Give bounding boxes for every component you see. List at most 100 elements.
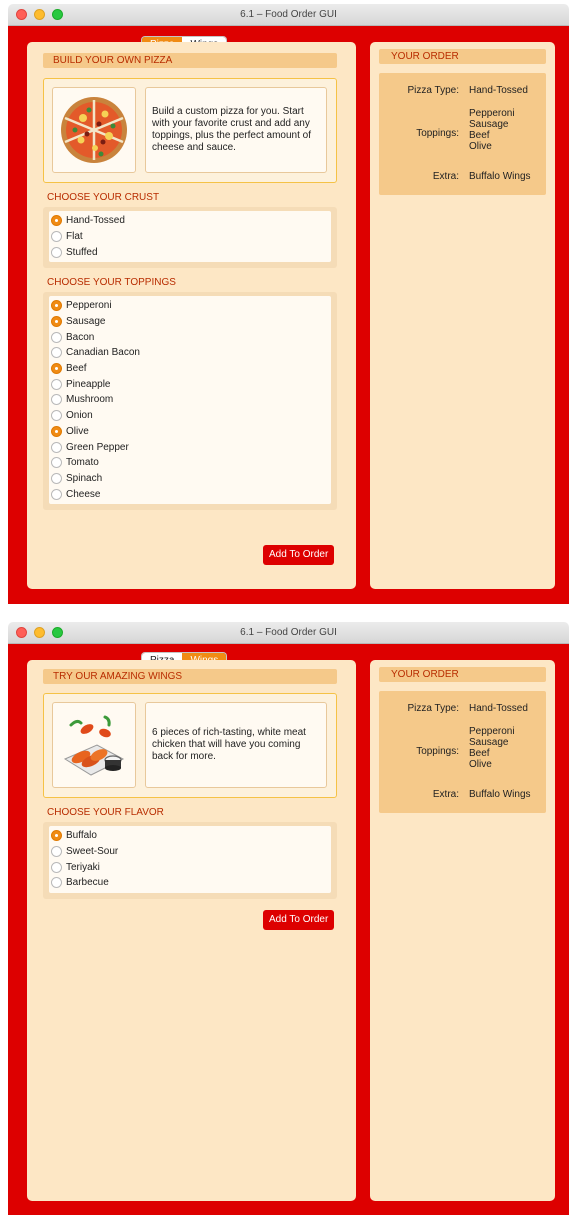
radio-button[interactable] — [51, 246, 62, 258]
flavor-option[interactable]: Teriyaki — [51, 859, 331, 875]
pizza-icon — [61, 97, 127, 163]
pizza-panel: BUILD YOUR OWN PIZZA Build a custom pizz… — [27, 42, 356, 589]
order-panel: YOUR ORDER Pizza Type: Hand-Tossed Toppi… — [370, 660, 555, 1201]
radio-button[interactable] — [51, 410, 62, 422]
pizza-section-header: BUILD YOUR OWN PIZZA — [43, 53, 337, 68]
topping-option-label: Mushroom — [66, 394, 114, 406]
order-topping: Beef — [469, 748, 490, 759]
order-topping: Sausage — [469, 737, 509, 748]
wings-description: 6 pieces of rich-tasting, white meat chi… — [145, 702, 327, 788]
crust-option[interactable]: Stuffed — [51, 244, 331, 260]
topping-option[interactable]: Beef — [51, 361, 331, 377]
wings-image-box — [52, 702, 136, 788]
topping-option[interactable]: Olive — [51, 424, 331, 440]
pizza-type-label: Pizza Type: — [407, 703, 459, 714]
radio-button[interactable] — [51, 347, 62, 359]
topping-option-label: Pepperoni — [66, 300, 112, 312]
topping-option[interactable]: Pineapple — [51, 376, 331, 392]
radio-button[interactable] — [51, 472, 62, 484]
extra-label: Extra: — [432, 789, 459, 800]
radio-button-selected[interactable] — [51, 316, 62, 328]
topping-option[interactable]: Mushroom — [51, 392, 331, 408]
radio-button[interactable] — [51, 457, 62, 469]
topping-option-label: Canadian Bacon — [66, 347, 140, 359]
crust-option[interactable]: Hand-Tossed — [51, 213, 331, 229]
window-title: 6.1 – Food Order GUI — [240, 627, 337, 638]
order-topping: Pepperoni — [469, 726, 515, 737]
topping-option[interactable]: Onion — [51, 408, 331, 424]
radio-button[interactable] — [51, 861, 62, 873]
radio-button-selected[interactable] — [51, 300, 62, 312]
wings-window: 6.1 – Food Order GUI Pizza Wings TRY OUR… — [8, 622, 569, 1215]
pizza-type-label: Pizza Type: — [407, 85, 459, 96]
topping-option-label: Cheese — [66, 488, 101, 500]
crust-option-label: Flat — [66, 231, 83, 243]
order-header: YOUR ORDER — [379, 49, 546, 64]
radio-button-selected[interactable] — [51, 215, 62, 227]
wings-icon — [63, 715, 125, 776]
radio-button[interactable] — [51, 877, 62, 889]
flavor-option-label: Sweet-Sour — [66, 846, 119, 858]
radio-button-selected[interactable] — [51, 830, 62, 842]
topping-option[interactable]: Pepperoni — [51, 298, 331, 314]
radio-button[interactable] — [51, 394, 62, 406]
topping-option[interactable]: Cheese — [51, 486, 331, 502]
flavor-group-title: CHOOSE YOUR FLAVOR — [47, 807, 164, 818]
toppings-label: Toppings: — [416, 128, 459, 139]
radio-button[interactable] — [51, 846, 62, 858]
radio-button[interactable] — [51, 231, 62, 243]
radio-button-selected[interactable] — [51, 363, 62, 375]
topping-option[interactable]: Bacon — [51, 329, 331, 345]
toppings-values: Pepperoni Sausage Beef Olive — [469, 108, 515, 152]
topping-option-label: Beef — [66, 363, 87, 375]
wings-section-header: TRY OUR AMAZING WINGS — [43, 669, 337, 684]
toppings-radio-list: Pepperoni Sausage Bacon Canadian Bacon B… — [49, 296, 331, 504]
topping-option-label: Tomato — [66, 457, 99, 469]
flavor-option-label: Buffalo — [66, 830, 97, 842]
topping-option[interactable]: Canadian Bacon — [51, 345, 331, 361]
toppings-values: Pepperoni Sausage Beef Olive — [469, 726, 515, 770]
radio-button-selected[interactable] — [51, 425, 62, 437]
flavor-option[interactable]: Sweet-Sour — [51, 844, 331, 860]
topping-option[interactable]: Sausage — [51, 314, 331, 330]
add-to-order-button[interactable]: Add To Order — [263, 910, 335, 930]
topping-option-label: Sausage — [66, 316, 106, 328]
flavor-radio-list: Buffalo Sweet-Sour Teriyaki Barbecue — [49, 826, 331, 893]
window-title: 6.1 – Food Order GUI — [240, 9, 337, 20]
crust-radio-list: Hand-Tossed Flat Stuffed — [49, 211, 331, 263]
radio-button[interactable] — [51, 441, 62, 453]
add-to-order-button[interactable]: Add To Order — [263, 545, 335, 565]
topping-option-label: Spinach — [66, 472, 103, 484]
radio-button[interactable] — [51, 378, 62, 390]
topping-option[interactable]: Tomato — [51, 455, 331, 471]
crust-option-label: Stuffed — [66, 246, 98, 258]
window-content: Pizza Wings TRY OUR AMAZING WINGS — [8, 644, 569, 1215]
order-topping: Sausage — [469, 119, 509, 130]
topping-option[interactable]: Spinach — [51, 471, 331, 487]
crust-group: Hand-Tossed Flat Stuffed — [43, 207, 337, 269]
flavor-group: Buffalo Sweet-Sour Teriyaki Barbecue — [43, 822, 337, 899]
topping-option-label: Bacon — [66, 331, 95, 343]
crust-group-title: CHOOSE YOUR CRUST — [47, 192, 160, 203]
wings-feature-box: 6 pieces of rich-tasting, white meat chi… — [43, 693, 337, 798]
flavor-option[interactable]: Buffalo — [51, 828, 331, 844]
flavor-option-label: Barbecue — [66, 877, 109, 889]
flavor-option[interactable]: Barbecue — [51, 875, 331, 891]
pizza-feature-box: Build a custom pizza for you. Start with… — [43, 78, 337, 183]
order-panel: YOUR ORDER Pizza Type: Hand-Tossed Toppi… — [370, 42, 555, 589]
toppings-group-title: CHOOSE YOUR TOPPINGS — [47, 277, 176, 288]
order-summary: Pizza Type: Hand-Tossed Toppings: Pepper… — [379, 691, 546, 813]
topping-option-label: Onion — [66, 410, 93, 422]
topping-option-label: Pineapple — [66, 378, 111, 390]
order-topping: Olive — [469, 759, 492, 770]
crust-option[interactable]: Flat — [51, 229, 331, 245]
title-bar: 6.1 – Food Order GUI — [8, 4, 569, 26]
toppings-group: Pepperoni Sausage Bacon Canadian Bacon B… — [43, 292, 337, 510]
extra-label: Extra: — [432, 171, 459, 182]
topping-option[interactable]: Green Pepper — [51, 439, 331, 455]
topping-option-label: Green Pepper — [66, 441, 129, 453]
radio-button[interactable] — [51, 331, 62, 343]
window-content: Pizza Wings BUILD YOUR OWN PIZZA — [8, 26, 569, 604]
order-topping: Pepperoni — [469, 108, 515, 119]
radio-button[interactable] — [51, 488, 62, 500]
